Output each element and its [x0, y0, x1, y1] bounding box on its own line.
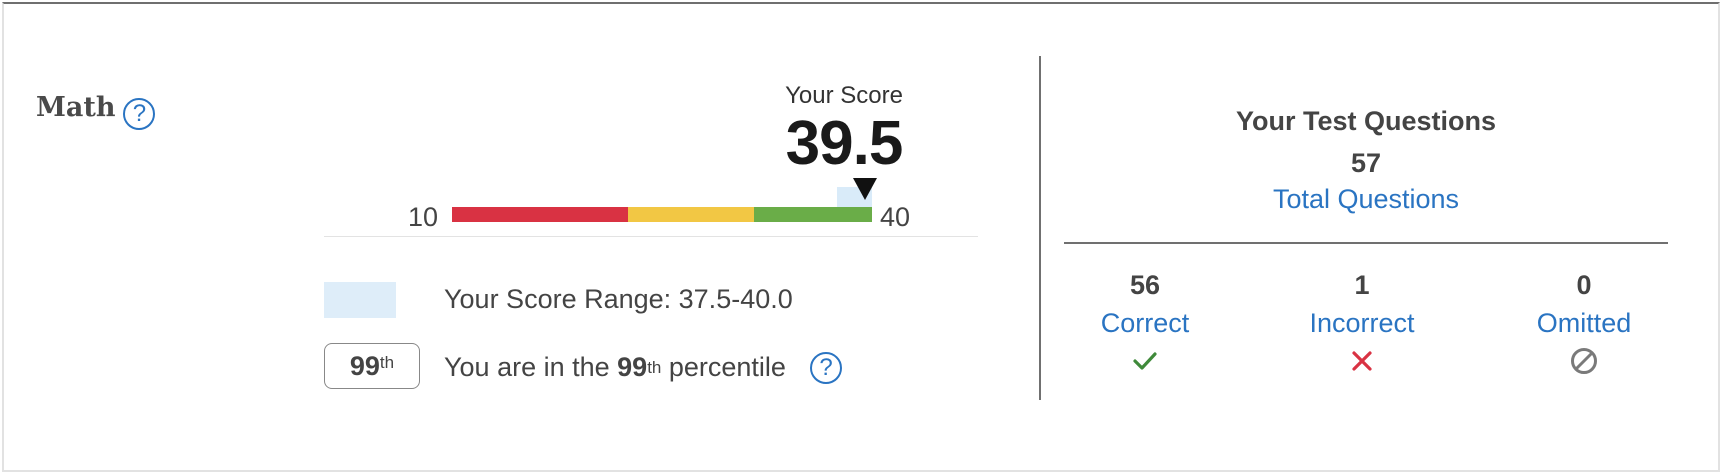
percentile-number: 99	[617, 352, 648, 382]
score-band-yellow	[628, 207, 754, 222]
test-questions-title: Your Test Questions	[1235, 106, 1497, 136]
questions-divider	[1064, 242, 1668, 244]
omitted-icon	[1494, 345, 1674, 377]
your-score-value: 39.5	[785, 109, 904, 178]
stat-omitted: 0 Omitted	[1494, 270, 1674, 377]
percentile-text: You are in the 99th percentile	[444, 352, 786, 383]
percentile-badge: 99th	[324, 343, 420, 389]
correct-count: 56	[1129, 270, 1161, 300]
score-range-text: Your Score Range: 37.5-40.0	[444, 284, 793, 314]
score-band-green	[754, 207, 872, 222]
scale-min-label: 10	[408, 202, 439, 232]
percentile-help-icon[interactable]: ?	[810, 352, 842, 384]
x-icon	[1272, 345, 1452, 377]
score-divider	[324, 236, 978, 237]
percentile-suffix: percentile	[661, 352, 786, 382]
percentile-prefix: You are in the	[444, 352, 618, 382]
correct-link[interactable]: Correct	[1055, 308, 1235, 339]
percentile-badge-number: 99	[349, 350, 380, 381]
score-band-red	[452, 207, 628, 222]
omitted-count: 0	[1576, 270, 1592, 300]
check-icon	[1055, 345, 1235, 377]
stat-correct: 56 Correct	[1055, 270, 1235, 377]
vertical-divider	[1039, 56, 1041, 400]
math-score-card: Math ? Your Score 39.5 10 40 Your Score …	[2, 2, 1720, 472]
score-marker-icon	[853, 178, 877, 200]
section-title: Math ?	[36, 84, 156, 130]
scale-max-label: 40	[880, 202, 911, 232]
question-circle-icon[interactable]: ?	[123, 98, 156, 130]
incorrect-link[interactable]: Incorrect	[1272, 308, 1452, 339]
omitted-link[interactable]: Omitted	[1494, 308, 1674, 339]
incorrect-count: 1	[1354, 270, 1370, 300]
total-questions-count: 57	[1350, 148, 1382, 178]
total-questions-link[interactable]: Total Questions	[1064, 184, 1668, 215]
percentile-badge-suffix: th	[379, 353, 395, 372]
stat-incorrect: 1 Incorrect	[1272, 270, 1452, 377]
your-score-label: Your Score	[785, 82, 903, 109]
section-title-label: Math	[36, 91, 116, 123]
score-range-swatch	[324, 282, 396, 318]
percentile-suffix-sup: th	[647, 358, 662, 377]
